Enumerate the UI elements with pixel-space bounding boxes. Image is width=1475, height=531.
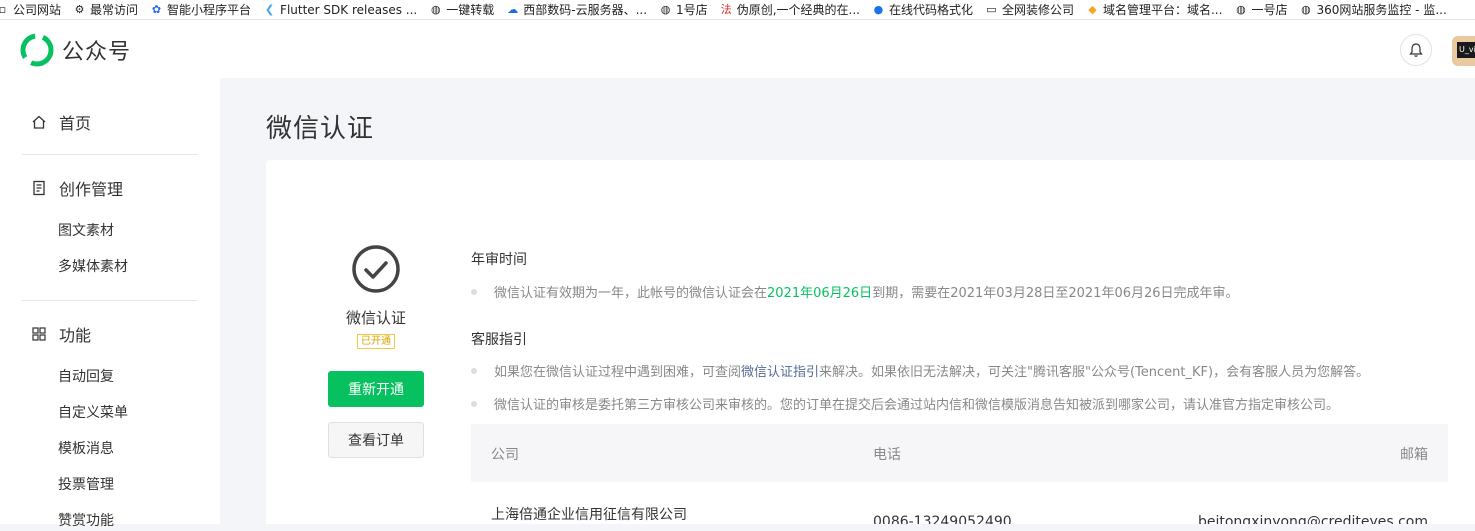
support-text-part: 微信认证的审核是委托第三方审核公司来审核的。您的订单在提交后会通过站内信和微信模… — [494, 398, 1340, 413]
sidebar-divider — [22, 154, 198, 155]
sidebar-item-articles[interactable]: 图文素材 — [0, 221, 114, 241]
globe-icon: ◍ — [1236, 3, 1246, 16]
bookmark-item[interactable]: ⚙ 最常访问 — [73, 0, 139, 19]
column-header-email: 邮箱 — [1400, 447, 1428, 463]
bookmark-label: 360网站服务监控 - 监... — [1316, 3, 1447, 17]
bookmark-label: 西部数码-云服务器、... — [523, 3, 648, 17]
globe-icon: ◍ — [660, 3, 671, 16]
check-circle-icon — [352, 245, 400, 293]
view-orders-button[interactable]: 查看订单 — [328, 422, 424, 458]
logo-text: 公众号 — [62, 40, 132, 65]
globe-icon: ◍ — [430, 3, 441, 16]
bookmark-label: 域名管理平台：域名... — [1102, 3, 1223, 17]
sidebar: 首页 创作管理 图文素材 多媒体素材 功能 自动回复 自定义菜单 模板消息 投票… — [0, 78, 220, 529]
page-title: 微信认证 — [266, 114, 375, 144]
sidebar-item-auto-reply[interactable]: 自动回复 — [0, 367, 114, 387]
bookmark-label: 智能小程序平台 — [167, 3, 252, 17]
verification-status: 微信认证 已开通 — [326, 244, 426, 349]
home-icon — [30, 113, 48, 131]
paw-icon: ✿ — [151, 3, 162, 16]
grid-icon — [30, 325, 48, 343]
sidebar-item-creation[interactable]: 创作管理 — [0, 177, 123, 199]
bookmark-label: 最常访问 — [90, 3, 139, 17]
avatar[interactable]: U_vi — [1452, 36, 1475, 66]
bookmark-label: 1号店 — [676, 3, 708, 17]
sidebar-item-label: 功能 — [59, 326, 92, 345]
status-name: 微信认证 — [345, 309, 406, 327]
support-text-review: 微信认证的审核是委托第三方审核公司来审核的。您的订单在提交后会通过站内信和微信模… — [471, 394, 1339, 413]
verification-guide-link[interactable]: 微信认证指引 — [741, 361, 819, 380]
cell-phone: 0086-13249052490 — [873, 514, 1012, 524]
bookmark-label: Flutter SDK releases ... — [280, 2, 418, 17]
bookmark-item[interactable]: ◍ 360网站服务监控 - 监... — [1299, 0, 1447, 19]
c-icon: ● — [873, 3, 884, 16]
flutter-icon: ❮ — [264, 3, 275, 16]
sidebar-item-vote[interactable]: 投票管理 — [0, 475, 114, 495]
column-header-phone: 电话 — [873, 447, 901, 463]
annual-text-part: 微信认证有效期为一年，此帐号的微信认证会在 — [494, 286, 768, 301]
bookmark-item[interactable]: ▭ 全网装修公司 — [985, 0, 1074, 19]
sidebar-item-reward[interactable]: 赞赏功能 — [0, 511, 114, 531]
bookmark-item[interactable]: ◍ 一号店 — [1234, 0, 1288, 19]
bookmark-item[interactable]: 法伪原创,一个经典的在... — [720, 0, 860, 19]
page-icon: ▫ — [0, 3, 9, 16]
fa-icon: 法 — [720, 3, 732, 16]
cell-email: beitongxinyong@crediteyes.com — [1197, 514, 1428, 524]
bookmark-label: 一号店 — [1251, 3, 1288, 17]
bookmark-item[interactable]: ✿ 智能小程序平台 — [150, 0, 252, 19]
bullet-dot — [471, 367, 477, 374]
folder-icon: ▭ — [986, 3, 997, 16]
bullet-dot — [471, 400, 477, 407]
table-header: 公司 电话 邮箱 — [471, 424, 1448, 482]
cell-company: 上海倍通企业信用征信有限公司 — [491, 507, 687, 523]
notification-bell[interactable] — [1400, 34, 1432, 66]
support-text: 如果您在微信认证过程中遇到困难，可查阅 微信认证指引 来解决。如果依旧无法解决，可关… — [471, 361, 1369, 380]
sidebar-item-label: 首页 — [59, 114, 92, 133]
sidebar-item-features[interactable]: 功能 — [0, 323, 91, 345]
sidebar-item-custom-menu[interactable]: 自定义菜单 — [0, 403, 128, 423]
globe-icon: ◍ — [1301, 3, 1311, 16]
bookmark-item[interactable]: ● 在线代码格式化 — [872, 0, 973, 19]
bookmarks-bar: ▫ 公司网站 ⚙ 最常访问 ✿ 智能小程序平台 ❮ Flutter SDK releas… — [0, 0, 1475, 20]
sidebar-divider — [22, 300, 198, 301]
table-row: 上海倍通企业信用征信有限公司 0086-13249052490 beitongx… — [471, 482, 1448, 524]
bookmark-item[interactable]: ◆ 域名管理平台：域名... — [1086, 0, 1223, 19]
wechat-official-logo-icon — [20, 33, 54, 67]
avatar-text: U_vi — [1457, 42, 1475, 58]
annual-review-text: 微信认证有效期为一年，此帐号的微信认证会在 2021年06月26日 到期，需要在20… — [471, 282, 1239, 301]
expiry-date: 2021年06月26日 — [767, 286, 873, 301]
sidebar-item-template-message[interactable]: 模板消息 — [0, 439, 114, 459]
sidebar-item-home[interactable]: 首页 — [0, 111, 91, 133]
annual-review-title: 年审时间 — [471, 252, 527, 268]
gear-icon: ⚙ — [74, 3, 85, 16]
bookmark-label: 一键转载 — [446, 3, 495, 17]
bookmark-item[interactable]: ◍ 1号店 — [659, 0, 708, 19]
bookmark-item[interactable]: ☁ 西部数码-云服务器、... — [506, 0, 648, 19]
top-header: 公众号 U_vi — [0, 20, 1475, 78]
bookmark-label: 在线代码格式化 — [888, 3, 973, 17]
bookmark-item[interactable]: ❮ Flutter SDK releases ... — [263, 0, 418, 19]
cloud-icon: ☁ — [507, 3, 519, 16]
status-badge: 已开通 — [357, 334, 395, 349]
column-header-company: 公司 — [491, 447, 519, 463]
bookmark-label: 伪原创,一个经典的在... — [736, 3, 860, 17]
support-title: 客服指引 — [471, 332, 527, 348]
annual-text-part: 到期，需要在2021年03月28日至2021年06月26日完成年审。 — [872, 286, 1239, 301]
domain-icon: ◆ — [1088, 3, 1097, 16]
support-text-part: 如果您在微信认证过程中遇到困难，可查阅 — [494, 365, 742, 380]
document-icon — [30, 179, 48, 197]
reopen-button[interactable]: 重新开通 — [328, 371, 424, 407]
bookmark-label: 全网装修公司 — [1001, 3, 1074, 17]
bell-icon — [1409, 43, 1423, 57]
bookmark-label: 公司网站 — [13, 3, 62, 17]
sidebar-item-label: 创作管理 — [59, 180, 124, 199]
logo[interactable]: 公众号 — [20, 33, 131, 67]
sidebar-item-media[interactable]: 多媒体素材 — [0, 257, 128, 277]
support-text-part: 来解决。如果依旧无法解决，可关注"腾讯客服"公众号(Tencent_KF)，会有… — [819, 365, 1370, 380]
bullet-dot — [471, 288, 477, 295]
bookmark-item[interactable]: ◍ 一键转载 — [429, 0, 495, 19]
bookmark-item[interactable]: ▫ 公司网站 — [0, 0, 62, 19]
